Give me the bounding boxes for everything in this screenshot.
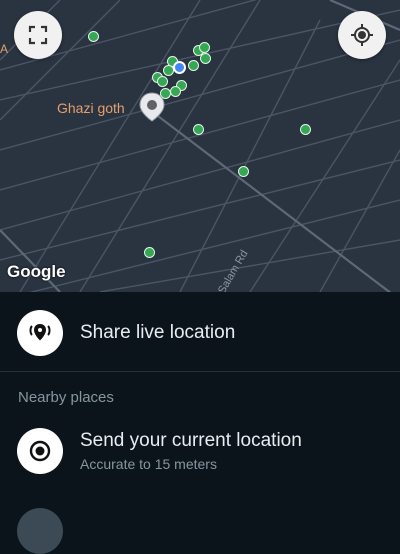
- location-pin-icon: [139, 92, 165, 127]
- current-location-icon: [29, 440, 51, 462]
- my-location-icon: [351, 24, 373, 46]
- send-current-location-row[interactable]: Send your current location Accurate to 1…: [0, 428, 400, 474]
- nearby-place-marker[interactable]: [200, 53, 211, 64]
- nearby-place-marker[interactable]: [193, 124, 204, 135]
- live-location-icon: [29, 323, 51, 341]
- nearby-place-marker[interactable]: [238, 166, 249, 177]
- user-location-dot: [173, 61, 186, 74]
- location-sheet: Share live location Nearby places Send y…: [0, 292, 400, 554]
- next-list-item-partial: [17, 508, 63, 554]
- divider: [0, 371, 400, 372]
- nearby-place-marker[interactable]: [170, 86, 181, 97]
- nearby-place-marker[interactable]: [88, 31, 99, 42]
- nearby-places-header: Nearby places: [18, 389, 114, 406]
- location-accuracy-text: Accurate to 15 meters: [80, 456, 217, 472]
- left-edge-label: A: [0, 42, 9, 56]
- nearby-place-marker[interactable]: [199, 42, 210, 53]
- share-live-location-row[interactable]: Share live location: [0, 310, 400, 356]
- nearby-place-marker[interactable]: [188, 60, 199, 71]
- google-attribution: Google: [7, 262, 66, 281]
- live-location-icon-circle: [17, 310, 63, 356]
- place-label: Ghazi goth: [57, 100, 125, 116]
- share-live-location-label: Share live location: [80, 322, 236, 343]
- nearby-place-marker[interactable]: [144, 247, 155, 258]
- nearby-place-marker[interactable]: [157, 76, 168, 87]
- fullscreen-icon: [28, 25, 48, 45]
- current-location-icon-circle: [17, 428, 63, 474]
- nearby-place-marker[interactable]: [300, 124, 311, 135]
- fullscreen-button[interactable]: [14, 11, 62, 59]
- recenter-button[interactable]: [338, 11, 386, 59]
- send-current-location-label: Send your current location: [80, 430, 302, 451]
- map-view[interactable]: A Ghazi goth Salam Rd Google: [0, 0, 400, 292]
